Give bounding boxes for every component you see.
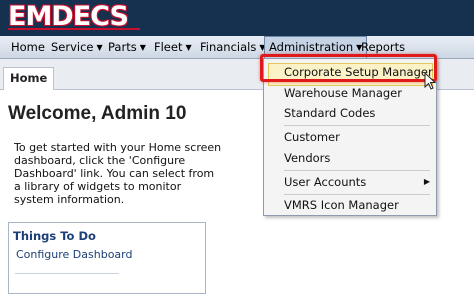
- app-header: EMDECS: [0, 0, 474, 36]
- nav-reports-label: Reports: [361, 40, 406, 54]
- logo-underline: [8, 28, 140, 30]
- intro-text: To get started with your Home screen das…: [14, 141, 222, 206]
- nav-financials-label: Financials: [200, 40, 257, 54]
- menu-item-customer[interactable]: Customer: [284, 130, 340, 144]
- nav-home[interactable]: Home: [11, 36, 45, 58]
- chevron-down-icon: ▼: [185, 43, 192, 52]
- chevron-down-icon: ▼: [96, 43, 103, 52]
- submenu-arrow-icon: ▶: [423, 177, 430, 186]
- nav-financials[interactable]: Financials ▼: [200, 36, 266, 58]
- nav-fleet[interactable]: Fleet ▼: [154, 36, 192, 58]
- nav-service[interactable]: Service ▼: [51, 36, 103, 58]
- menu-item-vendors[interactable]: Vendors: [284, 151, 330, 165]
- nav-parts-label: Parts: [108, 40, 137, 54]
- nav-service-label: Service: [51, 40, 94, 54]
- panel-divider: [15, 273, 119, 274]
- tab-home[interactable]: Home: [3, 67, 55, 90]
- configure-dashboard-link[interactable]: Configure Dashboard: [16, 248, 133, 261]
- chevron-down-icon: ▼: [139, 43, 146, 52]
- menu-item-standard-codes[interactable]: Standard Codes: [284, 106, 375, 120]
- menu-divider: [284, 194, 430, 195]
- nav-parts[interactable]: Parts ▼: [108, 36, 146, 58]
- menu-item-user-accounts[interactable]: User Accounts: [284, 175, 366, 189]
- nav-fleet-label: Fleet: [154, 40, 183, 54]
- menu-divider: [284, 170, 430, 171]
- welcome-heading: Welcome, Admin 10: [8, 103, 187, 124]
- nav-home-label: Home: [11, 40, 45, 54]
- things-to-do-panel: Things To Do Configure Dashboard: [8, 222, 206, 294]
- highlight-callout: [260, 54, 437, 82]
- menu-item-warehouse-manager[interactable]: Warehouse Manager: [284, 86, 402, 100]
- panel-title: Things To Do: [13, 229, 96, 243]
- mouse-pointer-icon: [424, 72, 437, 90]
- menu-divider: [284, 125, 430, 126]
- nav-administration-label: Administration: [269, 40, 354, 54]
- menu-item-vmrs-icon-manager[interactable]: VMRS Icon Manager: [284, 198, 399, 212]
